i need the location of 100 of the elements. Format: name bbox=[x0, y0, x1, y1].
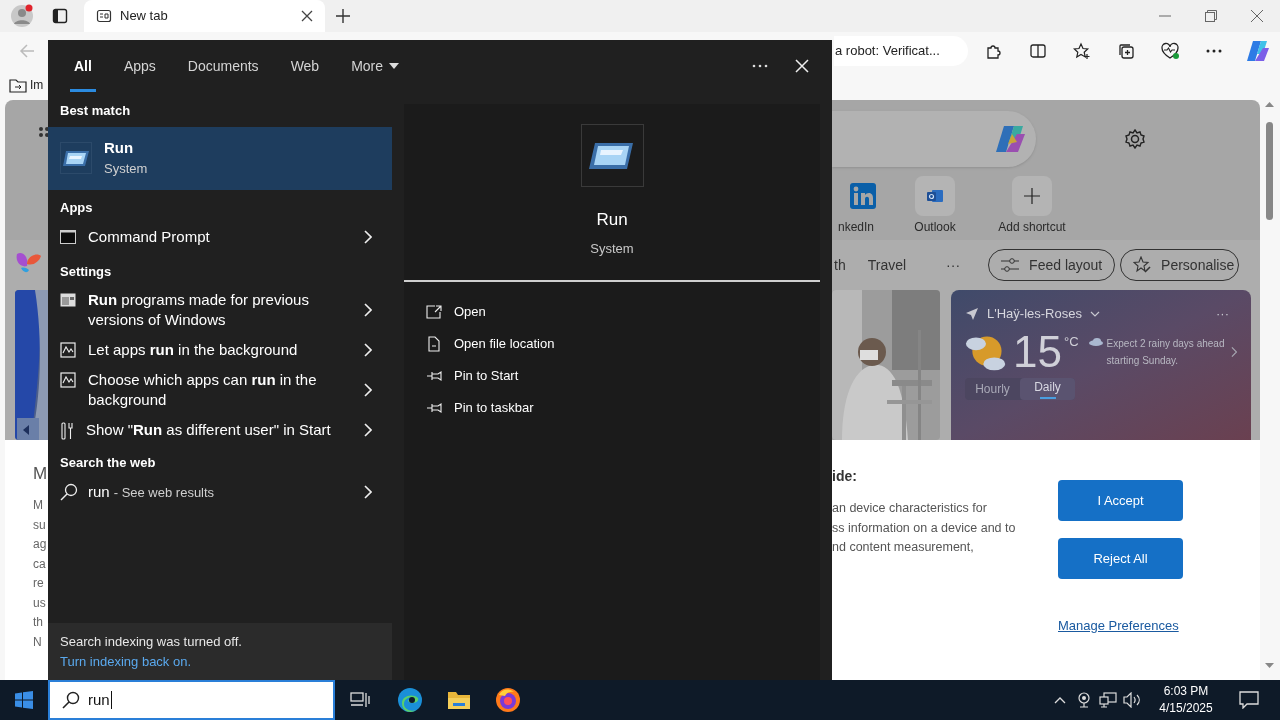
filter-tab[interactable]: All bbox=[62, 40, 104, 92]
favorite-link[interactable]: Im bbox=[30, 76, 44, 94]
filter-tab[interactable]: More bbox=[339, 40, 412, 92]
body-text: an device characteristics for bbox=[832, 500, 988, 517]
run-app-icon bbox=[60, 142, 92, 174]
scroll-up-icon[interactable] bbox=[1265, 102, 1274, 107]
feed-tab[interactable]: ··· bbox=[946, 254, 961, 276]
outlook-icon bbox=[927, 189, 943, 203]
result-item[interactable]: Let apps run in the background bbox=[48, 334, 392, 365]
action-item[interactable]: Pin to Start bbox=[426, 360, 820, 392]
section-heading: Apps bbox=[59, 198, 94, 217]
body-text: ss information on a device and to bbox=[832, 519, 1017, 537]
result-item[interactable]: Choose which apps can run in the background bbox=[48, 364, 392, 415]
collections-icon[interactable] bbox=[1117, 42, 1135, 60]
filter-tab[interactable]: Documents bbox=[175, 40, 271, 92]
open-icon bbox=[426, 305, 442, 319]
avatar-icon[interactable] bbox=[10, 4, 34, 28]
preferences-link[interactable]: Manage Preferences bbox=[1058, 616, 1183, 636]
text-fragment: ag bbox=[33, 536, 48, 553]
more-icon[interactable] bbox=[752, 64, 768, 68]
more-options[interactable]: ··· bbox=[1216, 304, 1237, 324]
action-item[interactable]: Open file location bbox=[426, 328, 820, 360]
settings-icon[interactable] bbox=[1124, 128, 1146, 150]
plus-icon bbox=[1024, 188, 1040, 204]
more-icon[interactable] bbox=[1206, 49, 1222, 53]
scroll-down-icon[interactable] bbox=[1265, 663, 1274, 668]
task-view-icon[interactable] bbox=[350, 691, 370, 709]
restore-icon[interactable] bbox=[1205, 10, 1217, 22]
section-heading: Best match bbox=[59, 102, 132, 120]
text-fragment: th bbox=[33, 614, 44, 631]
search-icon bbox=[62, 691, 80, 709]
heart-pulse-icon[interactable] bbox=[1160, 42, 1180, 60]
action-item[interactable]: Open bbox=[426, 296, 820, 328]
network-icon[interactable] bbox=[1099, 692, 1117, 708]
temperature: 15 bbox=[1013, 329, 1062, 374]
result-item[interactable]: Run System bbox=[48, 126, 392, 190]
chart-icon bbox=[60, 371, 76, 388]
feed-tab[interactable]: Travel bbox=[867, 254, 907, 276]
extensions-icon[interactable] bbox=[985, 42, 1003, 60]
temperature-unit: °C bbox=[1064, 332, 1079, 351]
feed-tab[interactable]: th bbox=[834, 254, 846, 276]
browser-tab[interactable]: New tab bbox=[84, 0, 325, 32]
tools-icon bbox=[60, 421, 74, 440]
split-screen-icon[interactable] bbox=[1029, 42, 1047, 60]
app-type: System bbox=[590, 239, 634, 258]
result-title: Run bbox=[104, 138, 135, 158]
action-item[interactable]: Pin to taskbar bbox=[426, 392, 820, 424]
pin-icon bbox=[426, 402, 442, 414]
new-tab-icon[interactable] bbox=[335, 8, 351, 24]
linkedin-icon bbox=[850, 183, 876, 209]
shortcut-tile[interactable]: Add shortcut bbox=[982, 176, 1082, 236]
star-pen-icon bbox=[1133, 256, 1152, 274]
filter-tab[interactable]: Web bbox=[278, 40, 332, 92]
notification-icon[interactable] bbox=[1239, 691, 1259, 709]
view-tab[interactable]: Hourly bbox=[965, 377, 1020, 400]
dialog-button[interactable]: Reject All bbox=[1058, 538, 1183, 579]
folder-icon bbox=[9, 77, 27, 93]
text-fragment: su bbox=[33, 516, 47, 534]
favorites-icon[interactable] bbox=[1073, 42, 1091, 60]
dialog-button[interactable]: I Accept bbox=[1058, 480, 1183, 521]
firefox-icon[interactable] bbox=[495, 687, 521, 713]
close-icon[interactable] bbox=[301, 10, 313, 22]
result-item[interactable]: run - See web results bbox=[48, 475, 392, 509]
filter-tab[interactable]: Apps bbox=[111, 40, 168, 92]
folder-icon[interactable] bbox=[447, 690, 471, 710]
copilot-icon[interactable] bbox=[1246, 40, 1270, 62]
location-name[interactable]: L'Haÿ-les-Roses bbox=[987, 304, 1082, 324]
result-item[interactable]: Run programs made for previous versions of Windows bbox=[48, 284, 392, 335]
rain-cloud-icon bbox=[1088, 337, 1103, 346]
location-arrow-icon bbox=[965, 306, 979, 321]
result-item[interactable]: Show "Run as different user" in Start bbox=[48, 414, 392, 445]
result-type: System bbox=[104, 160, 148, 178]
tab-actions-icon[interactable] bbox=[52, 8, 68, 24]
file-icon bbox=[428, 336, 440, 352]
section-heading: Settings bbox=[59, 263, 113, 281]
start-icon[interactable] bbox=[15, 691, 33, 709]
webcam-icon[interactable] bbox=[1077, 692, 1091, 708]
view-tab[interactable]: Daily bbox=[1020, 377, 1075, 400]
edge-icon[interactable] bbox=[397, 687, 423, 713]
search-icon bbox=[60, 483, 78, 501]
chevron-down-icon[interactable] bbox=[1089, 310, 1100, 317]
app-title: Run bbox=[596, 209, 628, 231]
volume-icon[interactable] bbox=[1123, 692, 1141, 708]
taskbar-search-field[interactable]: run bbox=[48, 680, 335, 720]
dialog-subheading: ide: bbox=[832, 467, 858, 486]
result-item[interactable]: Command Prompt bbox=[48, 220, 392, 254]
dialog-heading: M bbox=[33, 463, 48, 485]
chevron-up-icon[interactable] bbox=[1054, 696, 1066, 704]
shortcut-tile[interactable]: nkedIn bbox=[834, 176, 878, 236]
pin-icon bbox=[426, 370, 442, 382]
shortcut-tile[interactable]: Outlook bbox=[900, 176, 970, 236]
address-bar[interactable]: a robot: Verificat... bbox=[834, 36, 968, 66]
text-fragment: ca bbox=[33, 555, 47, 573]
search-field[interactable] bbox=[832, 111, 1036, 167]
text-fragment: us bbox=[33, 594, 47, 612]
indexing-link[interactable]: Turn indexing back on. bbox=[60, 651, 392, 672]
scroll-thumb[interactable] bbox=[1266, 122, 1273, 220]
clock[interactable]: 6:03 PM 4/15/2025 bbox=[1144, 683, 1228, 717]
text-fragment: M bbox=[33, 497, 44, 514]
run-app-icon bbox=[589, 140, 635, 171]
